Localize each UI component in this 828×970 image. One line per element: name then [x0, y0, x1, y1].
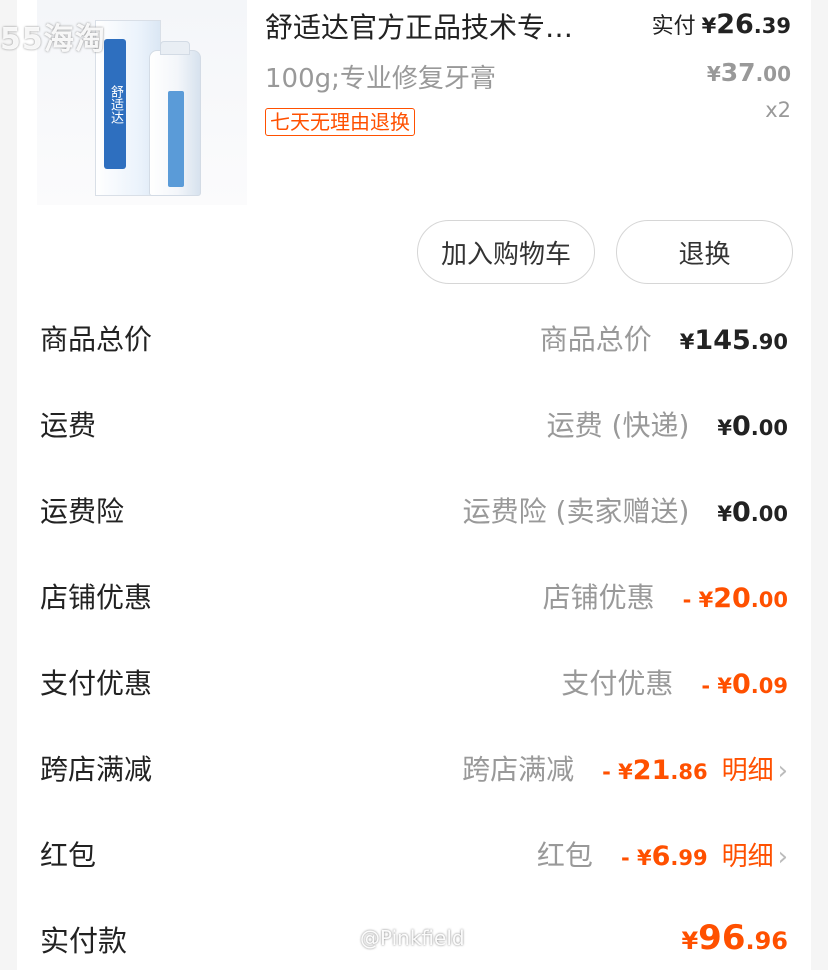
watermark-logo: 55海淘	[0, 22, 106, 57]
product-sku: 100g;专业修复牙膏	[265, 64, 496, 94]
paid-amount: ¥26.39	[701, 9, 791, 40]
add-to-cart-button[interactable]: 加入购物车	[417, 220, 595, 284]
row-value: ¥0.00	[717, 411, 788, 442]
item-original-price: ¥37.00	[706, 58, 791, 87]
chevron-right-icon[interactable]: ›	[778, 842, 788, 872]
row-label: 支付优惠	[40, 667, 153, 700]
chevron-right-icon[interactable]: ›	[778, 756, 788, 786]
product-title[interactable]: 舒适达官方正品技术专…	[265, 6, 625, 46]
row-desc: 运费 (快递)	[546, 409, 690, 442]
total-label: 实付款	[40, 924, 128, 958]
row-value: ¥0.00	[717, 497, 788, 528]
paid-label: 实付	[651, 14, 696, 39]
row-label: 店铺优惠	[40, 581, 153, 614]
tube-stripe	[168, 91, 184, 187]
row-value: - ¥6.99	[620, 841, 708, 872]
row-desc: 商品总价	[539, 323, 652, 356]
watermark-username: @Pinkfield	[360, 926, 465, 950]
row-label: 商品总价	[40, 323, 153, 356]
summary-row-shipping: 运费 运费 (快递) ¥0.00	[17, 386, 811, 466]
total-value: ¥96.96	[681, 918, 788, 958]
return-exchange-button[interactable]: 退换	[616, 220, 793, 284]
row-label: 红包	[40, 839, 97, 872]
summary-row-red-packet[interactable]: 红包 红包 - ¥6.99 明细 ›	[17, 816, 811, 896]
item-quantity: x2	[765, 98, 791, 122]
summary-row-shipping-insurance: 运费险 运费险 (卖家赠送) ¥0.00	[17, 472, 811, 552]
detail-link[interactable]: 明细	[722, 750, 774, 787]
row-value: - ¥21.86	[602, 755, 708, 786]
item-paid-price: 实付 ¥26.39	[652, 8, 791, 40]
row-desc: 支付优惠	[561, 667, 674, 700]
row-label: 跨店满减	[40, 753, 153, 786]
row-desc: 跨店满减	[462, 753, 575, 786]
summary-row-shop-discount: 店铺优惠 店铺优惠 - ¥20.00	[17, 558, 811, 638]
detail-link[interactable]: 明细	[722, 836, 774, 873]
order-detail-card: 舒适达 舒适达官方正品技术专… 100g;专业修复牙膏 七天无理由退换 实付 ¥2…	[17, 0, 811, 970]
row-value: ¥145.90	[679, 325, 788, 356]
tube-cap	[160, 41, 190, 55]
row-desc: 运费险 (卖家赠送)	[462, 495, 690, 528]
toothpaste-tube-graphic	[149, 41, 201, 196]
row-desc: 红包	[536, 839, 593, 872]
return-policy-tag: 七天无理由退换	[265, 108, 415, 136]
summary-row-goods-total: 商品总价 商品总价 ¥145.90	[17, 300, 811, 380]
row-desc: 店铺优惠	[542, 581, 655, 614]
summary-row-cross-store-discount[interactable]: 跨店满减 跨店满减 - ¥21.86 明细 ›	[17, 730, 811, 810]
row-label: 运费险	[40, 495, 125, 528]
summary-row-payment-discount: 支付优惠 支付优惠 - ¥0.09	[17, 644, 811, 724]
row-value: - ¥20.00	[682, 583, 788, 614]
row-value: - ¥0.09	[701, 669, 788, 700]
row-label: 运费	[40, 409, 97, 442]
product-brand-mark: 舒适达	[104, 39, 126, 169]
